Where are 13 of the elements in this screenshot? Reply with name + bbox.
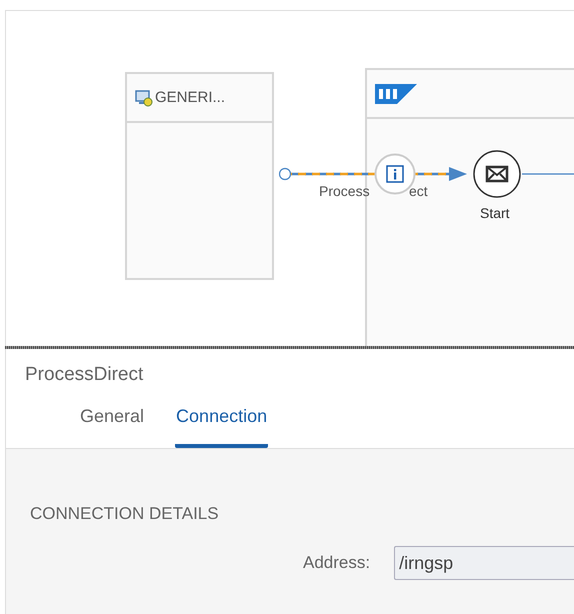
tab[interactable]: General (79, 406, 146, 448)
panel-title: ProcessDirect (24, 363, 144, 386)
sap-logo (375, 84, 417, 104)
section-heading: CONNECTION DETAILS (30, 504, 220, 524)
sender-title: GENERI... (155, 89, 226, 106)
connection-label: ect (409, 183, 428, 199)
address-field[interactable]: /irngsp (394, 546, 574, 580)
connection-label: Process (319, 183, 370, 199)
system-icon (135, 88, 153, 106)
start-label: Start (480, 205, 510, 221)
field-label: Address: (303, 553, 370, 573)
sequence-flow (522, 172, 574, 176)
start-event-icon[interactable] (472, 149, 522, 199)
